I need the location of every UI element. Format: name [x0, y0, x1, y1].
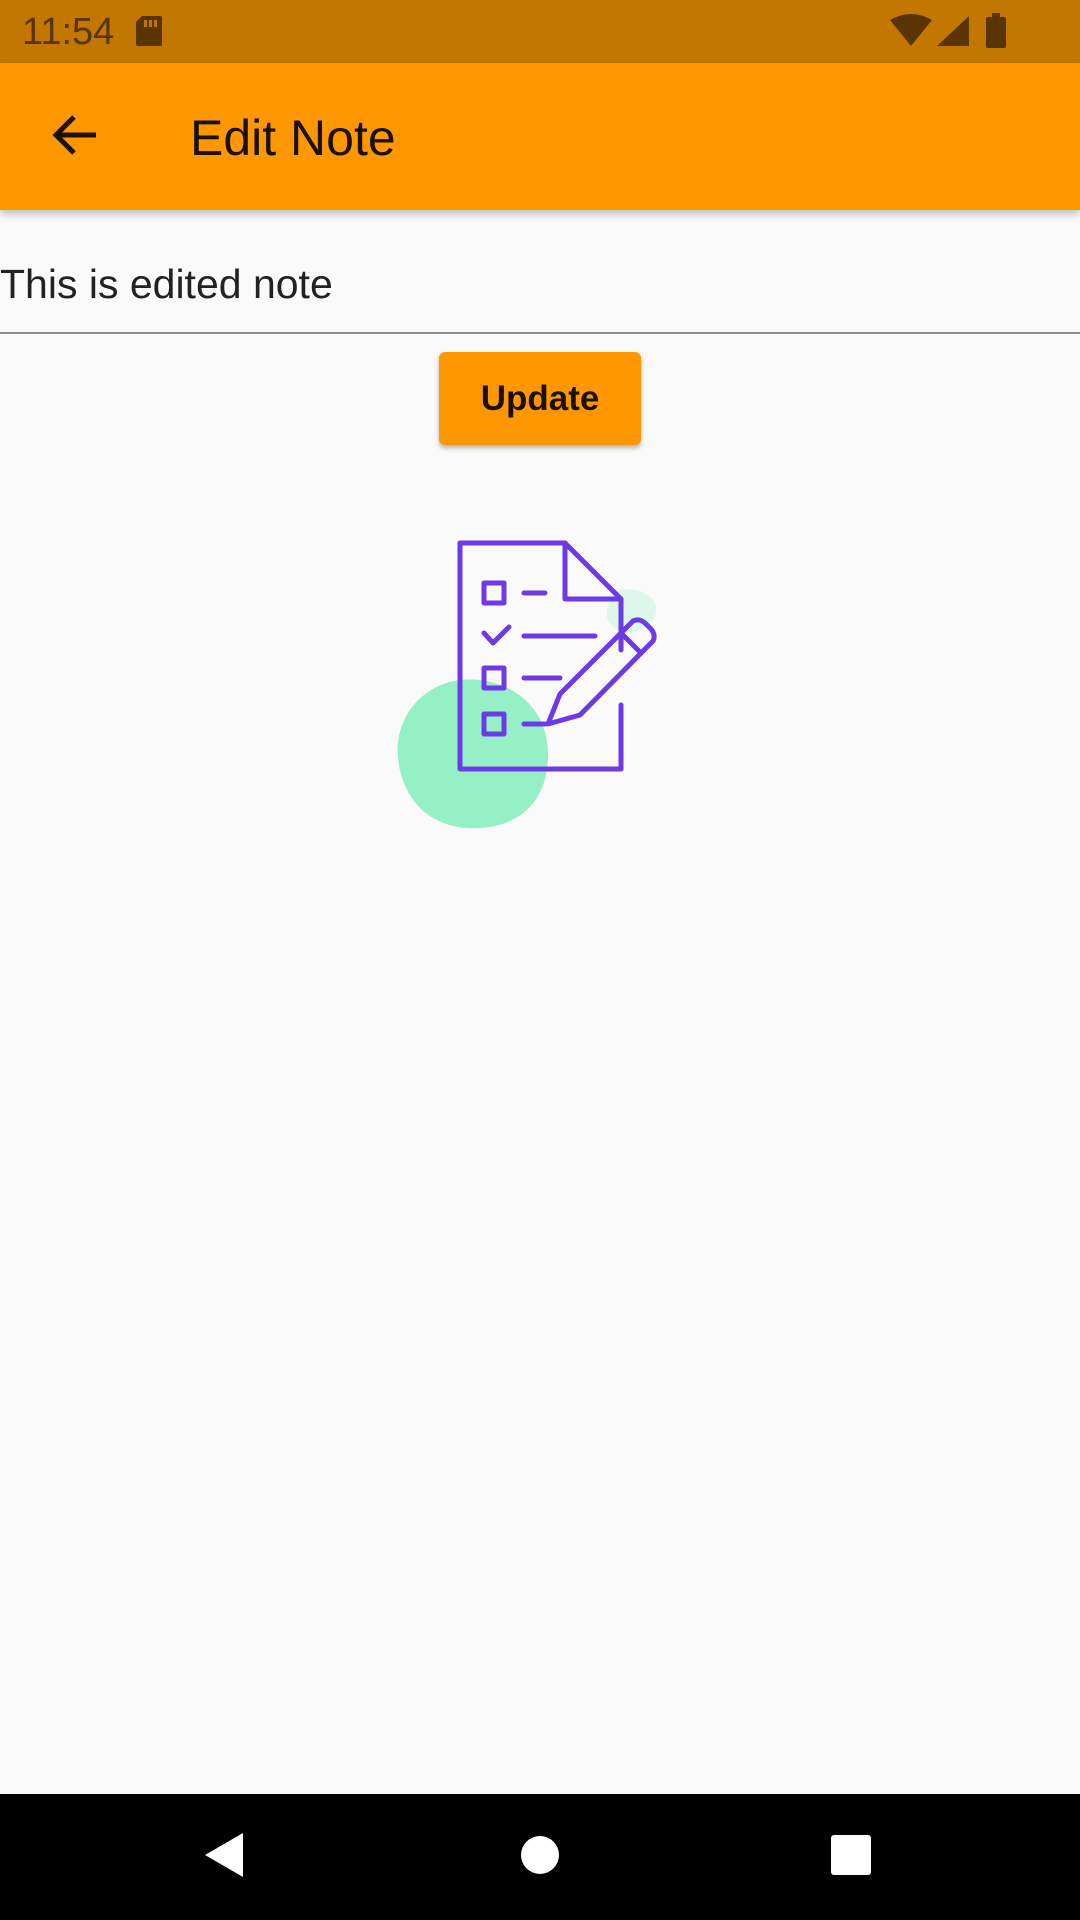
cell-signal-icon: [935, 14, 971, 53]
nav-back-button[interactable]: [180, 1812, 270, 1902]
status-bar: 11:54: [0, 0, 1080, 63]
nav-back-icon: [203, 1831, 247, 1884]
system-nav-bar: [0, 1794, 1080, 1920]
update-button[interactable]: Update: [439, 352, 641, 445]
sd-card-icon: [134, 14, 164, 53]
page-title: Edit Note: [190, 110, 396, 166]
battery-icon: [985, 13, 1007, 54]
app-bar: Edit Note: [0, 63, 1080, 210]
checklist-edit-illustration: [390, 530, 690, 840]
note-input[interactable]: [0, 236, 1080, 334]
edit-note-screen: 11:54 Edit Note This is edited note Upda…: [0, 0, 1080, 1920]
nav-home-button[interactable]: [495, 1812, 585, 1902]
status-time: 11:54: [22, 11, 115, 53]
nav-recents-icon: [830, 1834, 872, 1881]
nav-home-icon: [520, 1835, 560, 1880]
nav-recents-button[interactable]: [806, 1812, 896, 1902]
wifi-icon: [890, 14, 932, 53]
back-button[interactable]: [30, 100, 118, 174]
arrow-left-icon: [50, 113, 98, 162]
